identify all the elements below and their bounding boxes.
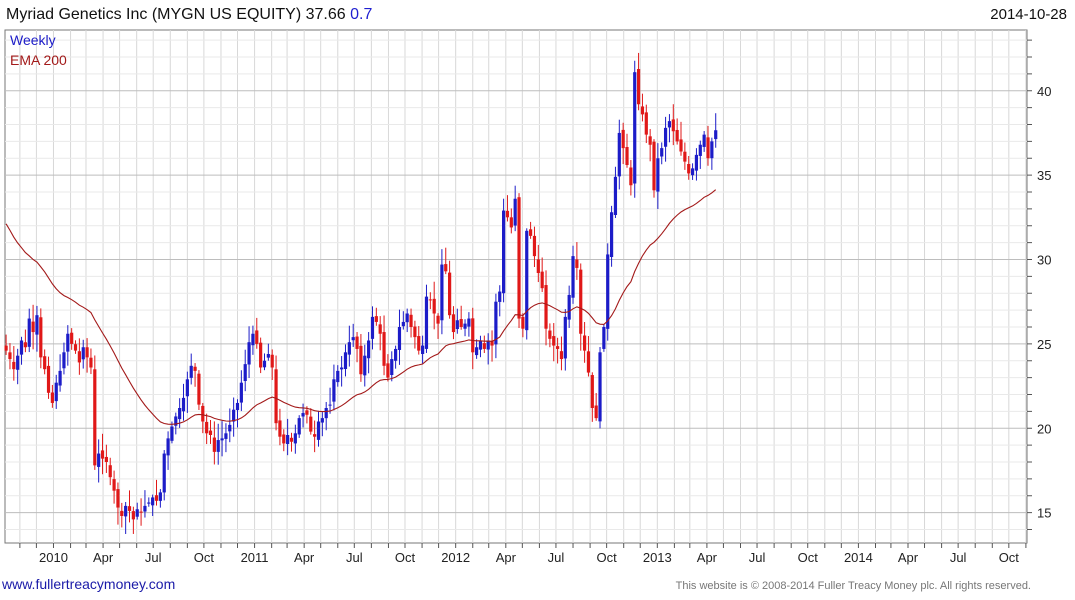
candle <box>525 228 529 340</box>
candle <box>517 193 521 328</box>
price-chart: 15 20 25 30 35 40 2010 Apr Jul Oct 2011 Apr Jul Oct 20… <box>4 29 1051 565</box>
y-tick-label: 25 <box>1037 337 1051 352</box>
x-tick-label: Apr <box>93 550 114 565</box>
x-tick-label: Apr <box>496 550 517 565</box>
x-tick-label: Jul <box>548 550 565 565</box>
x-tick-label: Oct <box>597 550 618 565</box>
candle <box>652 139 656 198</box>
x-tick-label: Jul <box>145 550 162 565</box>
x-tick-label: Oct <box>798 550 819 565</box>
candle <box>502 198 506 303</box>
legend-weekly: Weekly <box>10 32 56 48</box>
y-tick-label: 15 <box>1037 506 1051 521</box>
x-tick-label: 2013 <box>643 550 672 565</box>
y-tick-label: 40 <box>1037 84 1051 99</box>
x-tick-label: 2012 <box>441 550 470 565</box>
y-tick-label: 20 <box>1037 421 1051 436</box>
candle <box>633 60 637 198</box>
candle <box>197 370 201 410</box>
x-tick-label: Oct <box>194 550 215 565</box>
y-tick-label: 35 <box>1037 168 1051 183</box>
site-link[interactable]: www.fullertreacymoney.com <box>2 576 175 592</box>
plot-area <box>4 29 1028 544</box>
candle <box>93 355 97 470</box>
x-tick-label: 2010 <box>39 550 68 565</box>
x-tick-label: Jul <box>950 550 967 565</box>
x-tick-label: Oct <box>999 550 1020 565</box>
x-tick-label: Apr <box>697 550 718 565</box>
x-tick-label: 2014 <box>844 550 873 565</box>
legend-ema: EMA 200 <box>10 52 67 68</box>
x-tick-label: Jul <box>749 550 766 565</box>
x-tick-label: Jul <box>346 550 363 565</box>
x-tick-label: Apr <box>294 550 315 565</box>
x-tick-label: Apr <box>898 550 919 565</box>
x-tick-label: Oct <box>395 550 416 565</box>
y-tick-label: 30 <box>1037 253 1051 268</box>
candle <box>606 243 610 341</box>
candle <box>598 347 602 429</box>
candle <box>602 324 606 352</box>
x-tick-label: 2011 <box>241 550 269 565</box>
copyright-notice: This website is © 2008-2014 Fuller Treac… <box>675 580 1031 592</box>
